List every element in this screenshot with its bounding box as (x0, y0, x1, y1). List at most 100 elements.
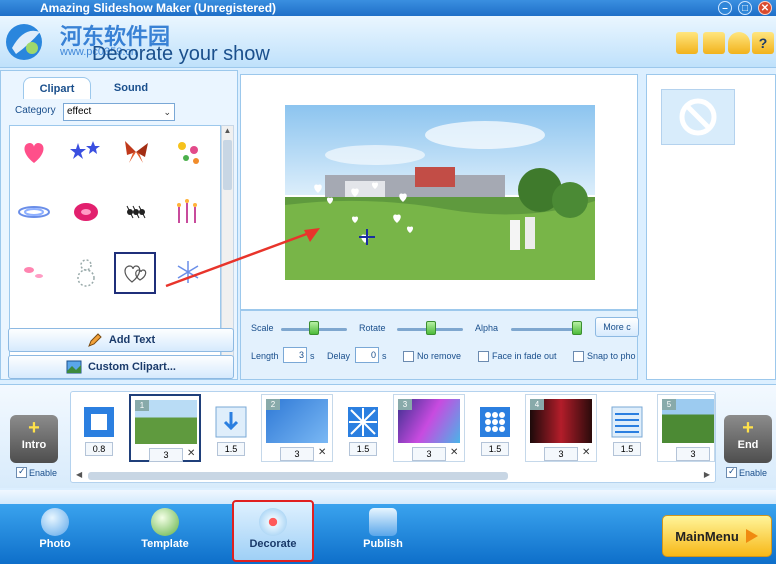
scale-slider-knob[interactable] (309, 321, 319, 335)
nav-template[interactable]: Template (130, 508, 200, 556)
transition-item[interactable]: 1.5 (477, 406, 513, 460)
more-button[interactable]: More c (595, 317, 639, 337)
clipart-hearts-outline-selected[interactable] (114, 252, 156, 294)
nav-publish[interactable]: Publish (348, 508, 418, 556)
alpha-slider[interactable] (511, 328, 581, 331)
scrollbar-thumb[interactable] (223, 140, 232, 190)
preview-canvas[interactable] (285, 105, 595, 280)
main-menu-button[interactable]: MainMenu (662, 515, 772, 557)
slide-strip: 0.8 1 3 ✕ 1.5 2 3 ✕ 1.5 3 3 ✕ 1.5 4 3 ✕ … (70, 391, 716, 483)
nav-photo-label: Photo (39, 538, 71, 550)
slide-duration[interactable]: 3 (676, 447, 710, 461)
nav-decorate[interactable]: Decorate (232, 500, 314, 562)
scale-label: Scale (251, 323, 274, 333)
rotate-label: Rotate (359, 323, 386, 333)
tab-clipart[interactable]: Clipart (23, 77, 91, 99)
clipart-ripple[interactable] (16, 194, 52, 230)
slide-duration[interactable]: 3 (544, 447, 578, 461)
user-icon[interactable] (728, 32, 750, 54)
clipart-flowers[interactable] (170, 134, 206, 170)
nav-template-label: Template (141, 538, 189, 550)
rotate-slider-knob[interactable] (426, 321, 436, 335)
minimize-button[interactable]: – (718, 1, 732, 15)
delay-input[interactable]: 0 (355, 347, 379, 363)
transition-item[interactable]: 1.5 (345, 406, 381, 460)
end-label: End (737, 439, 759, 451)
slide-thumbnail[interactable]: 4 3 ✕ (525, 394, 597, 462)
category-select[interactable]: effect ⌄ (63, 103, 175, 121)
intro-button[interactable]: + Intro (10, 415, 58, 463)
end-enable[interactable]: ✓ Enable (726, 466, 767, 478)
custom-clipart-label: Custom Clipart... (87, 361, 176, 373)
clipart-heart[interactable] (16, 134, 52, 170)
delete-slide-icon[interactable]: ✕ (187, 448, 195, 459)
slide-number: 5 (662, 399, 676, 410)
clipart-pink-petals[interactable] (16, 254, 52, 290)
timeline-scrollbar[interactable]: ◀ ▶ (76, 470, 710, 481)
no-remove-label: No remove (417, 351, 462, 361)
length-input[interactable]: 3 (283, 347, 307, 363)
slide-thumbnail[interactable]: 3 3 ✕ (393, 394, 465, 462)
delay-unit: s (382, 351, 387, 361)
heart-icon (259, 508, 287, 536)
intro-label: Intro (21, 439, 47, 451)
snap-checkbox[interactable] (573, 351, 584, 362)
intro-enable[interactable]: ✓ Enable (16, 466, 58, 478)
delete-slide-icon[interactable]: ✕ (450, 447, 458, 458)
save-icon[interactable] (703, 32, 725, 54)
help-icon[interactable]: ? (752, 32, 774, 54)
clipart-preview-panel (646, 74, 776, 380)
plus-icon: + (28, 417, 40, 439)
intro-enable-label: Enable (29, 467, 58, 478)
app-logo-icon (6, 24, 42, 60)
clipart-lips[interactable] (68, 194, 104, 230)
slide-number: 2 (266, 399, 280, 410)
transition-duration[interactable]: 1.5 (613, 442, 641, 456)
nav-photo[interactable]: Photo (20, 508, 90, 556)
clipart-stars[interactable] (68, 134, 104, 170)
alpha-slider-knob[interactable] (572, 321, 582, 335)
intro-enable-checkbox[interactable]: ✓ (16, 466, 27, 478)
category-label: Category (15, 105, 56, 116)
face-fade-checkbox[interactable] (478, 351, 489, 362)
close-button[interactable]: ✕ (758, 1, 772, 15)
delete-slide-icon[interactable]: ✕ (582, 447, 590, 458)
scroll-up-icon[interactable]: ▲ (222, 126, 233, 135)
slide-thumbnail[interactable]: 1 3 ✕ (129, 394, 201, 462)
custom-clipart-button[interactable]: Custom Clipart... (8, 355, 234, 379)
nav-publish-label: Publish (363, 538, 403, 550)
template-icon (151, 508, 179, 536)
slide-duration[interactable]: 3 (149, 448, 183, 462)
folder-icon[interactable] (676, 32, 698, 54)
transition-item[interactable]: 0.8 (81, 406, 117, 460)
maximize-button[interactable]: □ (738, 1, 752, 15)
no-remove-checkbox[interactable] (403, 351, 414, 362)
clipart-butterfly[interactable] (118, 134, 154, 170)
delete-slide-icon[interactable]: ✕ (318, 447, 326, 458)
add-text-label: Add Text (108, 334, 156, 346)
slide-duration[interactable]: 3 (280, 447, 314, 461)
transition-item[interactable]: 1.5 (213, 406, 249, 460)
slide-duration[interactable]: 3 (412, 447, 446, 461)
transition-duration[interactable]: 1.5 (217, 442, 245, 456)
transition-item[interactable]: 1.5 (609, 406, 645, 460)
transition-duration[interactable]: 1.5 (349, 442, 377, 456)
category-value: effect (67, 106, 92, 117)
transition-duration[interactable]: 1.5 (481, 442, 509, 456)
scrollbar-thumb[interactable] (88, 472, 508, 480)
transition-icon (480, 407, 510, 437)
scroll-left-icon[interactable]: ◀ (76, 470, 82, 479)
end-button[interactable]: + End (724, 415, 772, 463)
transition-icon (215, 406, 247, 438)
clipart-snowman[interactable] (68, 254, 104, 290)
scroll-right-icon[interactable]: ▶ (704, 470, 710, 479)
snap-label: Snap to pho (587, 351, 636, 361)
face-fade-label: Face in fade out (492, 351, 557, 361)
slide-thumbnail[interactable]: 5 3 (657, 394, 715, 462)
slide-thumbnail[interactable]: 2 3 ✕ (261, 394, 333, 462)
clipart-ant[interactable] (118, 194, 154, 230)
transition-duration[interactable]: 0.8 (85, 442, 113, 456)
end-enable-checkbox[interactable]: ✓ (726, 466, 737, 478)
add-text-button[interactable]: Add Text (8, 328, 234, 352)
tab-sound[interactable]: Sound (93, 77, 169, 99)
